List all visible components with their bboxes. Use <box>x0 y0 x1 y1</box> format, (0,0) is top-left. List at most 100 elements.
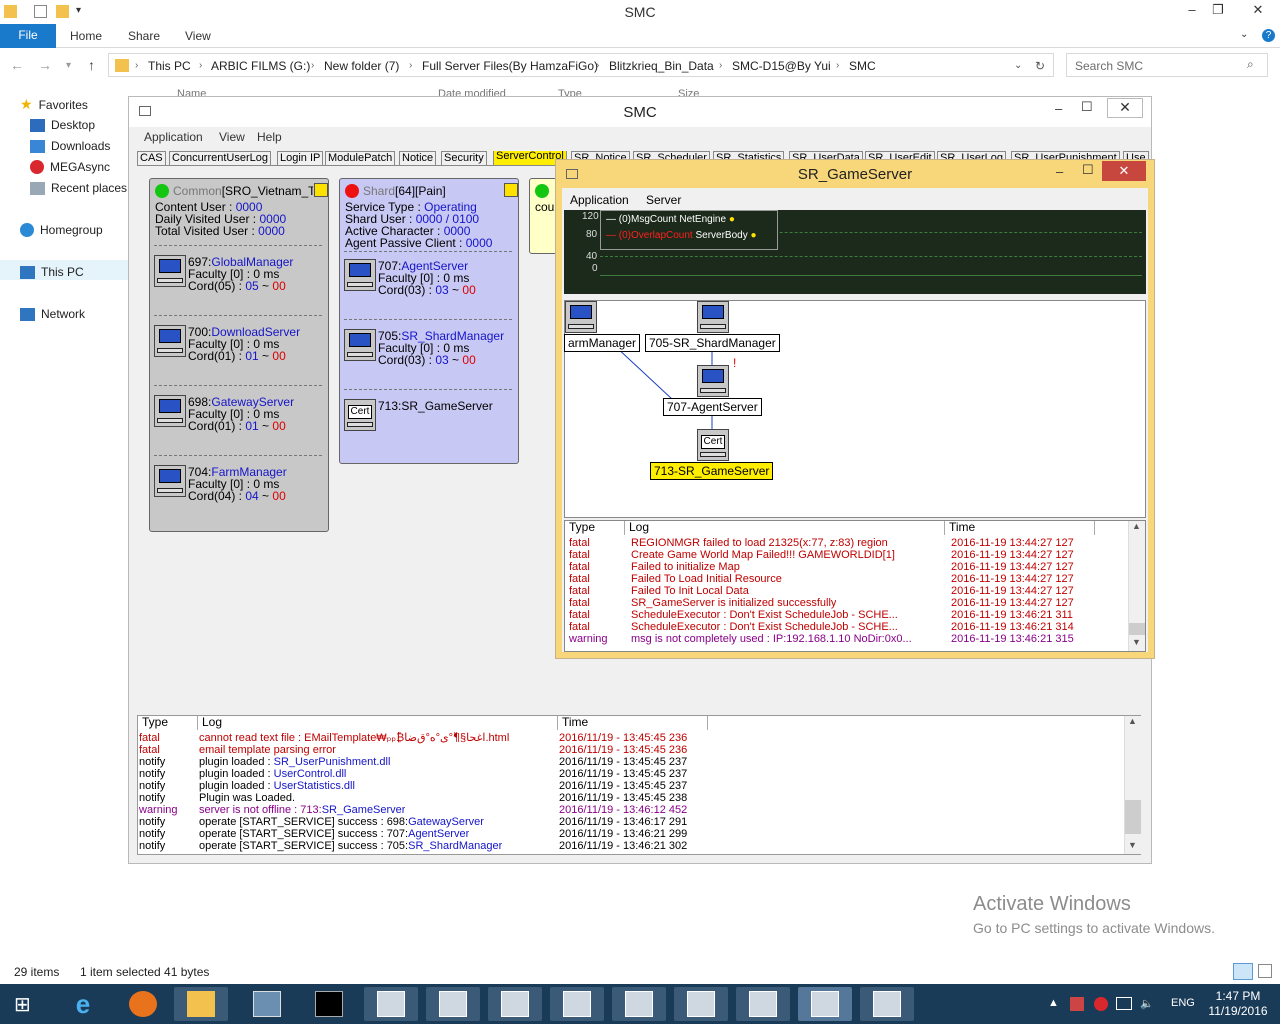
maximize-icon[interactable]: ☐ <box>1081 99 1093 115</box>
log-row[interactable]: warning server is not offline : 713:SR_Ga… <box>138 804 1140 816</box>
breadcrumb-item[interactable]: SMC <box>849 59 876 73</box>
log-row[interactable]: fatal cannot read text file : EMailTempla… <box>138 732 1140 744</box>
tab-security[interactable]: Security <box>441 151 487 165</box>
taskbar-app-window[interactable] <box>550 987 604 1021</box>
breadcrumb-item[interactable]: This PC <box>148 59 191 73</box>
network-tray-icon[interactable] <box>1116 997 1132 1010</box>
up-icon[interactable]: ↑ <box>88 57 95 73</box>
tab-home[interactable]: Home <box>70 29 102 43</box>
log-row[interactable]: fatal REGIONMGR failed to load 21325(x:77… <box>565 537 1145 549</box>
taskbar-ie[interactable]: e <box>56 987 110 1021</box>
taskbar-app-window[interactable] <box>736 987 790 1021</box>
menu-server[interactable]: Server <box>646 193 681 207</box>
server-farm-manager[interactable]: 704:FarmManager Faculty [0] : 0 ms Cord(… <box>154 465 334 509</box>
taskbar-app-window[interactable] <box>426 987 480 1021</box>
menu-view[interactable]: View <box>219 130 245 144</box>
taskbar-image-viewer[interactable] <box>240 987 294 1021</box>
log-row[interactable]: fatal email template parsing error 2016/11… <box>138 744 1140 756</box>
tab-login-ip[interactable]: Login IP <box>277 151 324 165</box>
help-icon[interactable]: ? <box>1262 29 1275 42</box>
log-header-time[interactable]: Time <box>945 521 1095 535</box>
minimize-icon[interactable]: – <box>1056 164 1063 179</box>
log-header-type[interactable]: Type <box>138 716 198 730</box>
nav-recent-places[interactable]: Recent places <box>30 181 127 195</box>
cert-icon[interactable]: Cert <box>697 429 729 461</box>
details-view-icon[interactable] <box>1233 963 1253 980</box>
node-agent-server[interactable]: 707-AgentServer <box>663 398 762 416</box>
log-row[interactable]: fatal ScheduleExecutor : Don't Exist Sche… <box>565 621 1145 633</box>
close-icon[interactable]: ✕ <box>1244 2 1272 20</box>
breadcrumb-item[interactable]: ARBIC FILMS (G:) <box>211 59 310 73</box>
maximize-icon[interactable]: ❐ <box>1204 2 1232 20</box>
node-farm-manager[interactable]: armManager <box>564 334 641 352</box>
log-row[interactable]: notify plugin loaded : UserControl.dll 201… <box>138 768 1140 780</box>
start-button[interactable]: ⊞ <box>0 987 54 1021</box>
show-hidden-icons-icon[interactable]: ▲ <box>1048 997 1059 1009</box>
breadcrumb-item[interactable]: New folder (7) <box>324 59 399 73</box>
log-row[interactable]: fatal Failed To Init Local Data 2016-11-19… <box>565 585 1145 597</box>
minimize-icon[interactable]: – <box>1178 2 1206 20</box>
maximize-icon[interactable]: ☐ <box>1082 162 1094 178</box>
log-row[interactable]: notify operate [START_SERVICE] success : … <box>138 828 1140 840</box>
expand-ribbon-icon[interactable]: ⌄ <box>1240 29 1248 40</box>
tab-notice[interactable]: Notice <box>399 151 437 165</box>
tab-concurrent-user-log[interactable]: ConcurrentUserLog <box>169 151 271 165</box>
log-row[interactable]: notify operate [START_SERVICE] success : … <box>138 840 1140 852</box>
node-shard-manager[interactable]: 705-SR_ShardManager <box>645 334 780 352</box>
scroll-up-icon[interactable]: ▲ <box>1128 716 1137 726</box>
server-monitor-icon[interactable] <box>565 301 597 333</box>
scroll-down-icon[interactable]: ▼ <box>1132 637 1141 647</box>
tab-module-patch[interactable]: ModulePatch <box>325 151 396 165</box>
log-row[interactable]: warning msg is not completely used : IP:1… <box>565 633 1145 645</box>
common-panel[interactable]: Common[SRO_Vietnam_TestL Content User : … <box>149 178 329 532</box>
alert-flag-icon[interactable] <box>314 183 328 197</box>
nav-megasync[interactable]: MEGAsync <box>30 160 110 174</box>
search-input[interactable]: Search SMC <box>1075 59 1143 73</box>
server-sr-shard-manager[interactable]: 705:SR_ShardManager Faculty [0] : 0 ms C… <box>344 329 524 373</box>
tab-share[interactable]: Share <box>128 29 160 43</box>
scroll-up-icon[interactable]: ▲ <box>1132 521 1141 531</box>
nav-favorites[interactable]: ★ Favorites <box>20 96 88 113</box>
taskbar-app-window[interactable] <box>612 987 666 1021</box>
search-box[interactable]: Search SMC ⌕ <box>1066 53 1268 77</box>
recent-locations-icon[interactable]: ▾ <box>66 60 71 71</box>
node-game-server[interactable]: 713-SR_GameServer <box>650 462 774 480</box>
shard-panel[interactable]: Shard[64][Pain] Service Type : Operating… <box>339 178 519 464</box>
log-header-log[interactable]: Log <box>625 521 945 535</box>
log-row[interactable]: notify operate [START_SERVICE] success : … <box>138 816 1140 828</box>
log-row[interactable]: notify plugin loaded : UserStatistics.dll… <box>138 780 1140 792</box>
menu-application[interactable]: Application <box>570 193 629 207</box>
scroll-down-icon[interactable]: ▼ <box>1128 840 1137 850</box>
address-dropdown-icon[interactable]: ⌄ <box>1014 60 1022 71</box>
nav-desktop[interactable]: Desktop <box>30 118 95 132</box>
server-agent-server[interactable]: 707:AgentServer Faculty [0] : 0 ms Cord(… <box>344 259 524 303</box>
scroll-thumb[interactable] <box>1125 800 1141 834</box>
smc-log-list[interactable]: Type Log Time fatal cannot read text file… <box>137 715 1141 855</box>
alert-flag-icon[interactable] <box>504 183 518 197</box>
log-row[interactable]: notify plugin loaded : SR_UserPunishment.… <box>138 756 1140 768</box>
nav-this-pc[interactable]: This PC <box>20 265 84 279</box>
tab-file[interactable]: File <box>0 24 56 48</box>
log-row[interactable]: fatal Failed to initialize Map 2016-11-19 … <box>565 561 1145 573</box>
log-row[interactable]: fatal Failed To Load Initial Resource 2016… <box>565 573 1145 585</box>
back-icon[interactable]: ← <box>10 57 24 73</box>
taskbar-app-window[interactable] <box>860 987 914 1021</box>
volume-icon[interactable]: 🔈 <box>1140 997 1154 1010</box>
log-scrollbar[interactable]: ▲ ▼ <box>1124 716 1141 854</box>
server-global-manager[interactable]: 697:GlobalManager Faculty [0] : 0 ms Cor… <box>154 255 334 299</box>
nav-network[interactable]: Network <box>20 307 85 321</box>
large-icons-view-icon[interactable] <box>1258 964 1272 978</box>
minimize-icon[interactable]: – <box>1055 101 1062 116</box>
server-sr-game-server[interactable]: Cert 713:SR_GameServer <box>344 399 524 443</box>
taskbar-firefox[interactable] <box>116 987 170 1021</box>
log-row[interactable]: fatal Create Game World Map Failed!!! GAM… <box>565 549 1145 561</box>
server-monitor-icon[interactable] <box>697 301 729 333</box>
scroll-thumb[interactable] <box>1129 623 1145 635</box>
log-row[interactable]: notify Plugin was Loaded. 2016/11/19 - 13:… <box>138 792 1140 804</box>
nav-homegroup[interactable]: Homegroup <box>20 223 103 237</box>
log-header-log[interactable]: Log <box>198 716 558 730</box>
breadcrumb-item[interactable]: SMC-D15@By Yui <box>732 59 831 73</box>
log-row[interactable]: fatal SR_GameServer is initialized succes… <box>565 597 1145 609</box>
taskbar-app-window[interactable] <box>674 987 728 1021</box>
taskbar-cmd[interactable] <box>302 987 356 1021</box>
